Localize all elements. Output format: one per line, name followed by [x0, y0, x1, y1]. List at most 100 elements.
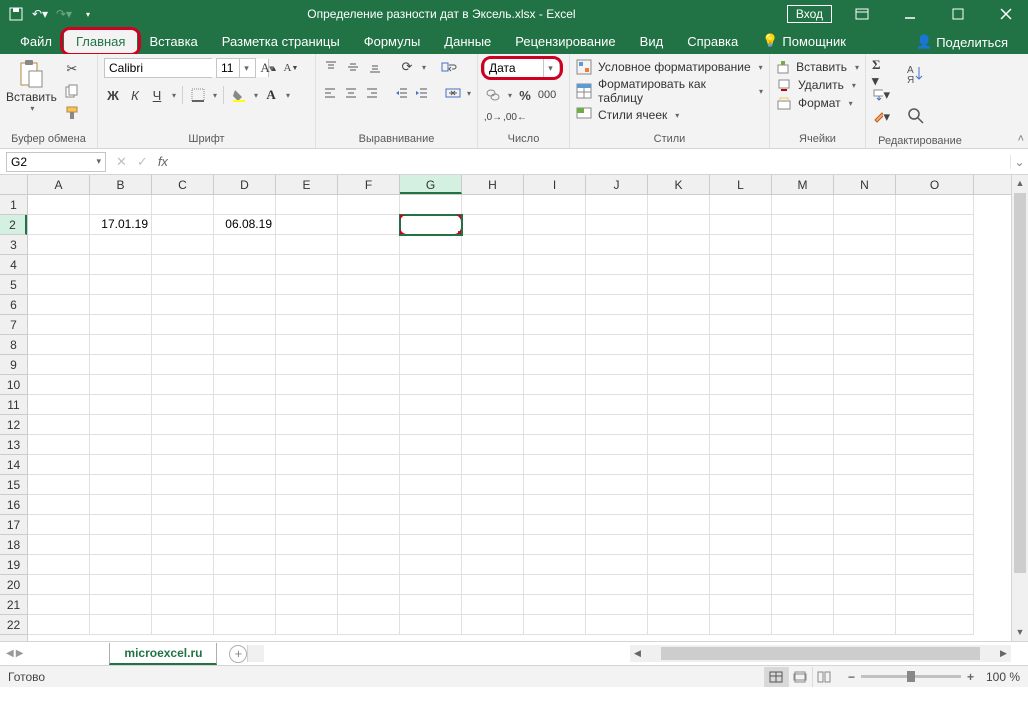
align-top-icon[interactable]	[322, 58, 340, 76]
select-all-corner[interactable]	[0, 175, 28, 195]
cell[interactable]	[400, 235, 462, 255]
cell-styles-button[interactable]: Стили ячеек▾	[576, 106, 763, 124]
cell[interactable]	[834, 255, 896, 275]
cell[interactable]	[214, 255, 276, 275]
row-header[interactable]: 21	[0, 595, 27, 615]
row-header[interactable]: 2	[0, 215, 27, 235]
row-header[interactable]: 15	[0, 475, 27, 495]
cell[interactable]	[152, 375, 214, 395]
cell[interactable]	[276, 275, 338, 295]
cell[interactable]	[28, 515, 90, 535]
cell[interactable]	[400, 275, 462, 295]
cell[interactable]	[152, 255, 214, 275]
horizontal-scrollbar[interactable]: ◀ ▶	[630, 645, 1011, 662]
row-header[interactable]: 19	[0, 555, 27, 575]
cell[interactable]	[648, 415, 710, 435]
row-header[interactable]: 17	[0, 515, 27, 535]
cell[interactable]	[648, 595, 710, 615]
enter-icon[interactable]: ✓	[137, 154, 148, 170]
cell[interactable]	[28, 215, 90, 235]
row-header[interactable]: 8	[0, 335, 27, 355]
cell[interactable]	[834, 375, 896, 395]
tab-tellme[interactable]: 💡Помощник	[750, 28, 858, 54]
cell[interactable]	[28, 375, 90, 395]
tab-home[interactable]: Главная	[64, 29, 137, 54]
cell[interactable]	[400, 615, 462, 635]
cell[interactable]	[834, 195, 896, 215]
tab-help[interactable]: Справка	[675, 29, 750, 54]
cell[interactable]	[338, 275, 400, 295]
paste-button[interactable]: Вставить▾	[6, 58, 57, 113]
cell[interactable]	[710, 335, 772, 355]
close-icon[interactable]	[984, 0, 1028, 28]
cell[interactable]	[896, 615, 974, 635]
undo-icon[interactable]: ↶▾	[32, 6, 48, 22]
cell[interactable]	[28, 335, 90, 355]
column-header[interactable]: G	[400, 175, 462, 194]
tab-data[interactable]: Данные	[432, 29, 503, 54]
cell[interactable]	[772, 375, 834, 395]
cell[interactable]	[338, 395, 400, 415]
cell[interactable]	[586, 415, 648, 435]
cell[interactable]	[214, 495, 276, 515]
cell[interactable]	[462, 515, 524, 535]
cell[interactable]	[338, 355, 400, 375]
cell[interactable]	[524, 235, 586, 255]
cell[interactable]	[400, 255, 462, 275]
zoom-slider[interactable]	[861, 675, 961, 678]
cell[interactable]	[586, 375, 648, 395]
cell[interactable]	[772, 555, 834, 575]
cell[interactable]	[400, 535, 462, 555]
increase-indent-icon[interactable]	[414, 84, 431, 102]
increase-font-icon[interactable]: A▲	[260, 59, 278, 77]
column-header[interactable]: F	[338, 175, 400, 194]
cell[interactable]	[338, 295, 400, 315]
cell[interactable]	[896, 235, 974, 255]
row-header[interactable]: 4	[0, 255, 27, 275]
cell[interactable]	[90, 275, 152, 295]
cell[interactable]	[586, 595, 648, 615]
orientation-icon[interactable]: ⟳	[398, 58, 416, 76]
column-header[interactable]: J	[586, 175, 648, 194]
cell[interactable]	[648, 275, 710, 295]
cell[interactable]	[648, 575, 710, 595]
scroll-down-icon[interactable]: ▼	[1012, 624, 1028, 641]
cell[interactable]	[152, 595, 214, 615]
cell[interactable]	[710, 435, 772, 455]
cell[interactable]	[710, 235, 772, 255]
cell[interactable]	[400, 475, 462, 495]
cell[interactable]	[462, 555, 524, 575]
cell[interactable]	[648, 615, 710, 635]
cell[interactable]	[896, 575, 974, 595]
cell[interactable]	[896, 495, 974, 515]
cell[interactable]	[586, 555, 648, 575]
cell[interactable]	[834, 575, 896, 595]
cell[interactable]	[152, 355, 214, 375]
cell[interactable]	[648, 535, 710, 555]
scroll-right-icon[interactable]: ▶	[996, 648, 1011, 659]
cell[interactable]	[28, 535, 90, 555]
cell[interactable]	[338, 555, 400, 575]
cell[interactable]	[648, 555, 710, 575]
cell[interactable]	[276, 555, 338, 575]
scroll-thumb[interactable]	[1014, 193, 1026, 573]
cell[interactable]	[90, 595, 152, 615]
cell[interactable]	[90, 575, 152, 595]
zoom-level[interactable]: 100 %	[986, 670, 1020, 684]
cell[interactable]	[896, 535, 974, 555]
cell[interactable]	[152, 275, 214, 295]
cell[interactable]	[276, 615, 338, 635]
cell[interactable]	[152, 315, 214, 335]
cell[interactable]	[276, 595, 338, 615]
cell[interactable]	[524, 375, 586, 395]
cell[interactable]	[28, 595, 90, 615]
page-break-view-icon[interactable]	[812, 667, 836, 687]
cell[interactable]	[710, 515, 772, 535]
cell[interactable]	[648, 475, 710, 495]
decrease-indent-icon[interactable]	[393, 84, 410, 102]
autosum-icon[interactable]: Σ ▾	[872, 64, 890, 82]
find-select-icon[interactable]	[900, 100, 932, 132]
cell[interactable]	[586, 435, 648, 455]
wrap-text-icon[interactable]	[440, 58, 458, 76]
column-header[interactable]: M	[772, 175, 834, 194]
